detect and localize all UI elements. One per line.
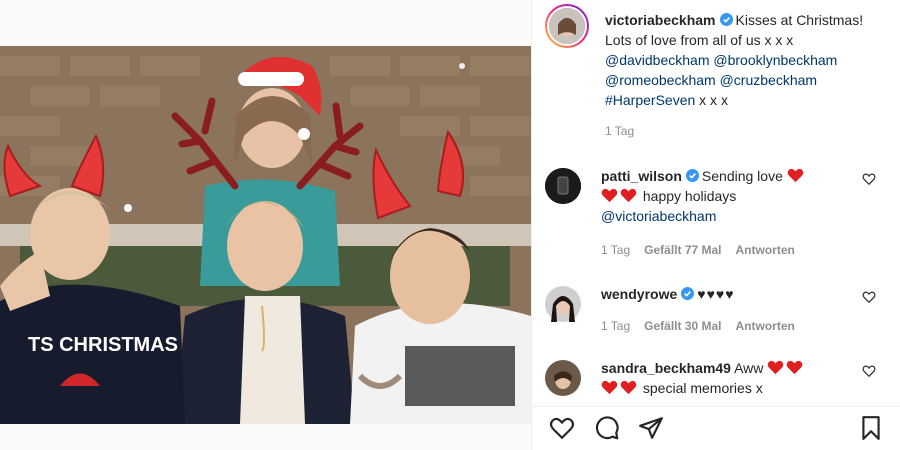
like-button[interactable]	[549, 415, 575, 441]
post-photo-illustration: TS CHRISTMAS	[0, 46, 531, 424]
comment-text-continued: happy holidays	[642, 188, 737, 204]
comment-like-heart-icon[interactable]	[862, 290, 876, 304]
sweater-text: TS CHRISTMAS	[28, 334, 178, 356]
caption-time[interactable]: 1 Tag	[605, 124, 634, 138]
heart-icon	[549, 417, 575, 440]
comment-body: wendyrowe ♥♥♥♥ 1 Tag Gefällt 30 Mal Antwo…	[601, 284, 846, 336]
comment-item: wendyrowe ♥♥♥♥ 1 Tag Gefällt 30 Mal Antwo…	[545, 282, 890, 336]
post-side-panel: victoriabeckham Kisses at Christmas! Lots…	[532, 0, 900, 450]
comment-icon	[595, 416, 619, 440]
caption-block: victoriabeckham Kisses at Christmas! Lots…	[545, 4, 885, 110]
comment-text: ♥♥♥♥	[697, 286, 735, 302]
red-heart-emoji-icon	[620, 380, 637, 395]
bookmark-icon	[862, 416, 880, 440]
comment-likes[interactable]: Gefällt 30 Mal	[644, 316, 721, 336]
reply-button[interactable]: Antworten	[736, 240, 795, 260]
commenter-avatar-image	[545, 360, 581, 396]
author-avatar-image	[549, 8, 585, 44]
author-avatar[interactable]	[545, 4, 589, 48]
save-button[interactable]	[858, 415, 884, 441]
comment-text: Sending love	[701, 168, 783, 184]
comment-meta: 1 Tag Gefällt 30 Mal Antworten	[601, 316, 846, 336]
author-username[interactable]: victoriabeckham	[605, 12, 716, 28]
comment-like-heart-icon[interactable]	[862, 364, 876, 378]
verified-badge-icon	[685, 169, 699, 182]
caption-text: victoriabeckham Kisses at Christmas! Lots…	[605, 10, 875, 110]
comment-body: sandra_beckham49 Aww special memories x	[601, 358, 846, 398]
comment-text-continued: special memories x	[642, 380, 763, 396]
red-heart-emoji-icon	[787, 168, 804, 183]
mention-cruzbeckham[interactable]: @cruzbeckham	[720, 72, 817, 88]
comment-item: sandra_beckham49 Aww special memories x	[545, 356, 890, 398]
red-heart-emoji-icon	[786, 360, 803, 375]
comment-body: patti_wilson Sending love happy holidays …	[601, 166, 846, 260]
comment-username[interactable]: wendyrowe	[601, 286, 677, 302]
share-icon	[639, 417, 663, 439]
comment-username[interactable]: sandra_beckham49	[601, 360, 731, 376]
comment-likes[interactable]: Gefällt 77 Mal	[644, 240, 721, 260]
reply-button[interactable]: Antworten	[736, 316, 795, 336]
comment-like-heart-icon[interactable]	[862, 172, 876, 186]
action-bar	[532, 406, 900, 450]
share-button[interactable]	[638, 415, 664, 441]
verified-badge-icon	[681, 287, 695, 300]
mention-davidbeckham[interactable]: @davidbeckham	[605, 52, 710, 68]
comment-mention[interactable]: @victoriabeckham	[601, 208, 716, 224]
verified-badge-icon	[719, 13, 733, 26]
comment-username[interactable]: patti_wilson	[601, 168, 682, 184]
comment-item: patti_wilson Sending love happy holidays …	[545, 164, 890, 260]
post-photo[interactable]: TS CHRISTMAS	[0, 46, 531, 424]
red-heart-emoji-icon	[620, 188, 637, 203]
comment-text: Aww	[734, 360, 764, 376]
comment-meta: 1 Tag Gefällt 77 Mal Antworten	[601, 240, 846, 260]
commenter-avatar-image	[545, 286, 581, 322]
commenter-avatar[interactable]	[545, 286, 581, 322]
comment-button[interactable]	[594, 415, 620, 441]
commenter-avatar[interactable]	[545, 360, 581, 396]
mention-romeobeckham[interactable]: @romeobeckham	[605, 72, 716, 88]
red-heart-emoji-icon	[601, 188, 618, 203]
caption-tail: x x x	[699, 92, 728, 108]
hashtag-harperseven[interactable]: #HarperSeven	[605, 92, 695, 108]
mention-brooklynbeckham[interactable]: @brooklynbeckham	[713, 52, 837, 68]
red-heart-emoji-icon	[767, 360, 784, 375]
commenter-avatar-image	[545, 168, 581, 204]
red-heart-emoji-icon	[601, 380, 618, 395]
commenter-avatar[interactable]	[545, 168, 581, 204]
comment-time[interactable]: 1 Tag	[601, 316, 630, 336]
media-column: TS CHRISTMAS	[0, 0, 532, 450]
comment-time[interactable]: 1 Tag	[601, 240, 630, 260]
